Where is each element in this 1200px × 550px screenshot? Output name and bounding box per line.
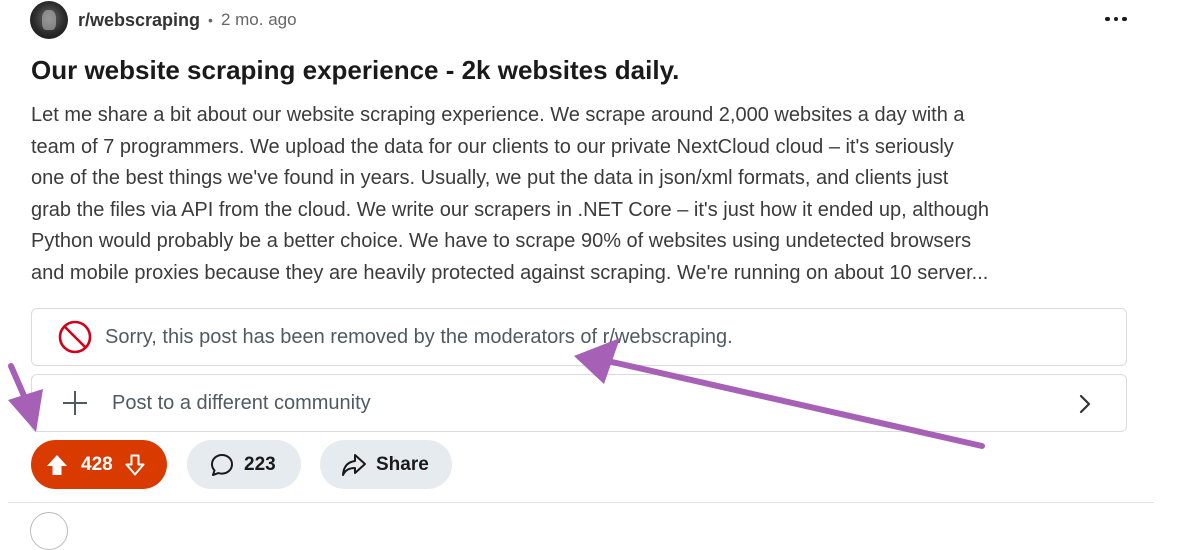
removed-notice: Sorry, this post has been removed by the… — [31, 308, 1127, 366]
share-label: Share — [376, 453, 429, 475]
post-body-line: Python would probably be a better choice… — [31, 230, 972, 252]
more-options-icon[interactable] — [1096, 8, 1136, 30]
comments-button[interactable]: 223 — [187, 440, 301, 489]
share-arrow-icon — [342, 453, 366, 476]
post-time: 2 mo. ago — [220, 10, 297, 29]
share-button[interactable]: Share — [320, 440, 452, 489]
post-divider — [8, 502, 1154, 503]
comment-count: 223 — [244, 453, 276, 475]
plus-icon — [63, 391, 87, 415]
post-body-line: one of the best things we've found in ye… — [31, 167, 949, 189]
chevron-right-icon — [1079, 394, 1091, 414]
upvote-arrow-icon[interactable] — [45, 453, 69, 477]
upvote-count: 428 — [81, 453, 113, 475]
post-body: Let me share a bit about our website scr… — [31, 100, 1121, 289]
removed-notice-text: Sorry, this post has been removed by the… — [105, 325, 733, 348]
subreddit-avatar[interactable] — [30, 1, 68, 39]
post-header: r/webscraping • 2 mo. ago — [30, 1, 297, 39]
post-title[interactable]: Our website scraping experience - 2k web… — [31, 55, 679, 86]
subreddit-name[interactable]: r/webscraping — [78, 10, 200, 31]
prohibited-icon — [58, 320, 92, 354]
downvote-arrow-icon[interactable] — [123, 453, 147, 477]
crosspost-label: Post to a different community — [112, 391, 371, 414]
post-body-line: and mobile proxies because they are heav… — [31, 261, 989, 284]
post-body-line: grab the files via API from the cloud. W… — [31, 198, 989, 221]
crosspost-button[interactable]: Post to a different community — [31, 374, 1127, 432]
post-body-line: Let me share a bit about our website scr… — [31, 104, 965, 126]
post-body-line: team of 7 programmers. We upload the dat… — [31, 135, 954, 158]
comment-bubble-icon — [211, 453, 233, 476]
vote-pill: 428 — [31, 440, 167, 489]
meta-separator: • — [208, 12, 213, 28]
